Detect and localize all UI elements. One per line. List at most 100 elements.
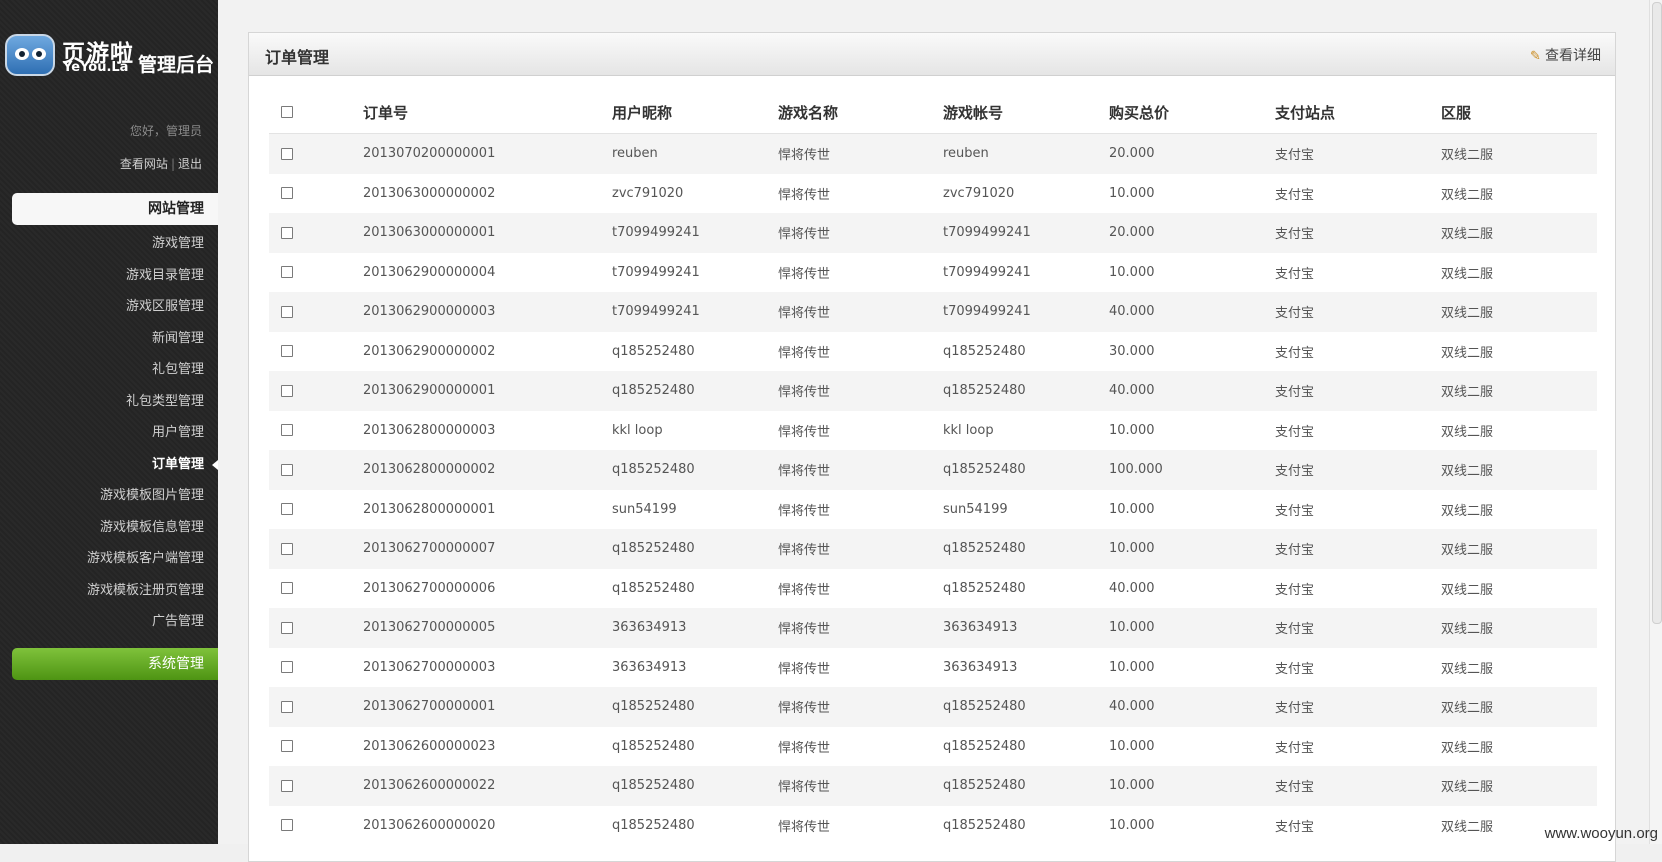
cell-order-id: 2013062700000005: [363, 620, 496, 636]
header-user-nickname[interactable]: 用户昵称: [612, 91, 672, 133]
section-site-management[interactable]: 网站管理: [12, 193, 218, 225]
table-row[interactable]: 2013070200000001 reuben 悍将传世 reuben 20.000 支付…: [269, 134, 1597, 174]
sidebar-item-0[interactable]: 游戏管理: [87, 228, 204, 260]
row-checkbox[interactable]: [281, 226, 293, 239]
row-checkbox[interactable]: [281, 700, 293, 713]
table-row[interactable]: 2013063000000001 t7099499241 悍将传世 t70994992…: [269, 213, 1597, 253]
cell-server: 双线二服: [1441, 661, 1494, 677]
table-row[interactable]: 2013062600000023 q185252480 悍将传世 q185252480…: [269, 727, 1597, 767]
cell-payment-site: 支付宝: [1275, 385, 1315, 401]
row-checkbox[interactable]: [281, 661, 293, 674]
sidebar-item-3[interactable]: 新闻管理: [87, 323, 204, 355]
view-detail-label: 查看详细: [1545, 48, 1601, 64]
main-content: 订单管理 ✎ 查看详细 订单号 用户昵称 游戏名称 游戏帐号 购买总价 支付站点 …: [218, 0, 1662, 862]
cell-total-price: 10.000: [1109, 185, 1155, 201]
cell-game-account: t7099499241: [943, 264, 1031, 280]
table-row[interactable]: 2013062600000022 q185252480 悍将传世 q185252480…: [269, 766, 1597, 806]
row-checkbox[interactable]: [281, 463, 293, 476]
view-site-link[interactable]: 查看网站: [120, 157, 168, 171]
cell-payment-site: 支付宝: [1275, 306, 1315, 322]
table-row[interactable]: 2013062800000002 q185252480 悍将传世 q185252480…: [269, 450, 1597, 490]
cell-user-nickname: q185252480: [612, 383, 695, 399]
cell-total-price: 10.000: [1109, 778, 1155, 794]
sidebar-item-12[interactable]: 广告管理: [87, 606, 204, 638]
table-row[interactable]: 2013062700000006 q185252480 悍将传世 q185252480…: [269, 569, 1597, 609]
header-order-id[interactable]: 订单号: [363, 91, 408, 133]
row-checkbox[interactable]: [281, 266, 293, 279]
sidebar-item-5[interactable]: 礼包类型管理: [87, 386, 204, 418]
page-scrollbar[interactable]: [1649, 0, 1662, 844]
table-row[interactable]: 2013062700000001 q185252480 悍将传世 q185252480…: [269, 687, 1597, 727]
cell-game-name: 悍将传世: [778, 780, 831, 796]
sidebar-item-4[interactable]: 礼包管理: [87, 354, 204, 386]
cell-server: 双线二服: [1441, 306, 1494, 322]
cell-user-nickname: t7099499241: [612, 264, 700, 280]
table-row[interactable]: 2013062700000003 363634913 悍将传世 363634913 10…: [269, 648, 1597, 688]
row-checkbox[interactable]: [281, 424, 293, 437]
logo-admin-label: 管理后台: [138, 54, 215, 76]
select-all-checkbox[interactable]: [281, 106, 293, 118]
cell-total-price: 10.000: [1109, 817, 1155, 833]
header-payment-site[interactable]: 支付站点: [1275, 91, 1335, 133]
table-row[interactable]: 2013062900000003 t7099499241 悍将传世 t70994992…: [269, 292, 1597, 332]
row-checkbox[interactable]: [281, 503, 293, 516]
row-checkbox[interactable]: [281, 542, 293, 555]
header-server[interactable]: 区服: [1441, 91, 1471, 133]
table-row[interactable]: 2013062900000002 q185252480 悍将传世 q185252480…: [269, 332, 1597, 372]
table-row[interactable]: 2013062700000007 q185252480 悍将传世 q185252480…: [269, 529, 1597, 569]
sidebar-item-10[interactable]: 游戏模板客户端管理: [87, 543, 204, 575]
row-checkbox[interactable]: [281, 779, 293, 792]
section-system-management[interactable]: 系统管理: [12, 648, 218, 680]
sidebar-item-11[interactable]: 游戏模板注册页管理: [87, 575, 204, 607]
sidebar-item-8[interactable]: 游戏模板图片管理: [87, 480, 204, 512]
row-checkbox[interactable]: [281, 345, 293, 358]
header-total-price[interactable]: 购买总价: [1109, 91, 1169, 133]
cell-user-nickname: q185252480: [612, 462, 695, 478]
sidebar-item-9[interactable]: 游戏模板信息管理: [87, 512, 204, 544]
table-row[interactable]: 2013062700000005 363634913 悍将传世 363634913 10…: [269, 608, 1597, 648]
table-row[interactable]: 2013062900000001 q185252480 悍将传世 q185252480…: [269, 371, 1597, 411]
cell-total-price: 10.000: [1109, 541, 1155, 557]
table-row[interactable]: 2013063000000002 zvc791020 悍将传世 zvc791020 10…: [269, 174, 1597, 214]
table-row[interactable]: 2013062800000003 kkl loop 悍将传世 kkl loop 10.0…: [269, 411, 1597, 451]
cell-total-price: 40.000: [1109, 383, 1155, 399]
row-checkbox[interactable]: [281, 187, 293, 200]
row-checkbox[interactable]: [281, 819, 293, 832]
cell-game-name: 悍将传世: [778, 740, 831, 756]
header-game-name[interactable]: 游戏名称: [778, 91, 838, 133]
row-checkbox[interactable]: [281, 740, 293, 753]
row-checkbox[interactable]: [281, 305, 293, 318]
view-detail-button[interactable]: ✎ 查看详细: [1530, 45, 1601, 65]
table-row[interactable]: 2013062800000001 sun54199 悍将传世 sun54199 10.0…: [269, 490, 1597, 530]
table-row[interactable]: 2013062900000004 t7099499241 悍将传世 t70994992…: [269, 253, 1597, 293]
cell-order-id: 2013062700000006: [363, 580, 496, 596]
scrollbar-thumb[interactable]: [1652, 2, 1662, 624]
cell-game-account: reuben: [943, 146, 989, 162]
cell-game-account: q185252480: [943, 541, 1026, 557]
row-checkbox[interactable]: [281, 621, 293, 634]
cell-game-account: sun54199: [943, 501, 1008, 517]
cell-game-account: q185252480: [943, 817, 1026, 833]
cell-payment-site: 支付宝: [1275, 740, 1315, 756]
cell-order-id: 2013062900000002: [363, 343, 496, 359]
row-checkbox[interactable]: [281, 384, 293, 397]
sidebar-item-2[interactable]: 游戏区服管理: [87, 291, 204, 323]
sidebar-item-6[interactable]: 用户管理: [87, 417, 204, 449]
logout-link[interactable]: 退出: [178, 157, 202, 171]
cell-total-price: 10.000: [1109, 501, 1155, 517]
cell-game-name: 悍将传世: [778, 227, 831, 243]
sidebar-item-7[interactable]: 订单管理: [87, 449, 219, 481]
cell-user-nickname: q185252480: [612, 580, 695, 596]
table-row[interactable]: 2013062600000020 q185252480 悍将传世 q185252480…: [269, 806, 1597, 846]
cell-game-account: t7099499241: [943, 304, 1031, 320]
header-game-account[interactable]: 游戏帐号: [943, 91, 1003, 133]
cell-server: 双线二服: [1441, 780, 1494, 796]
cell-payment-site: 支付宝: [1275, 622, 1315, 638]
cell-order-id: 2013062900000003: [363, 304, 496, 320]
row-checkbox[interactable]: [281, 582, 293, 595]
cell-total-price: 10.000: [1109, 422, 1155, 438]
cell-game-account: q185252480: [943, 462, 1026, 478]
row-checkbox[interactable]: [281, 147, 293, 160]
sidebar-item-1[interactable]: 游戏目录管理: [87, 260, 204, 292]
logo[interactable]: 页游啦 YeYou.La 管理后台: [5, 34, 215, 80]
